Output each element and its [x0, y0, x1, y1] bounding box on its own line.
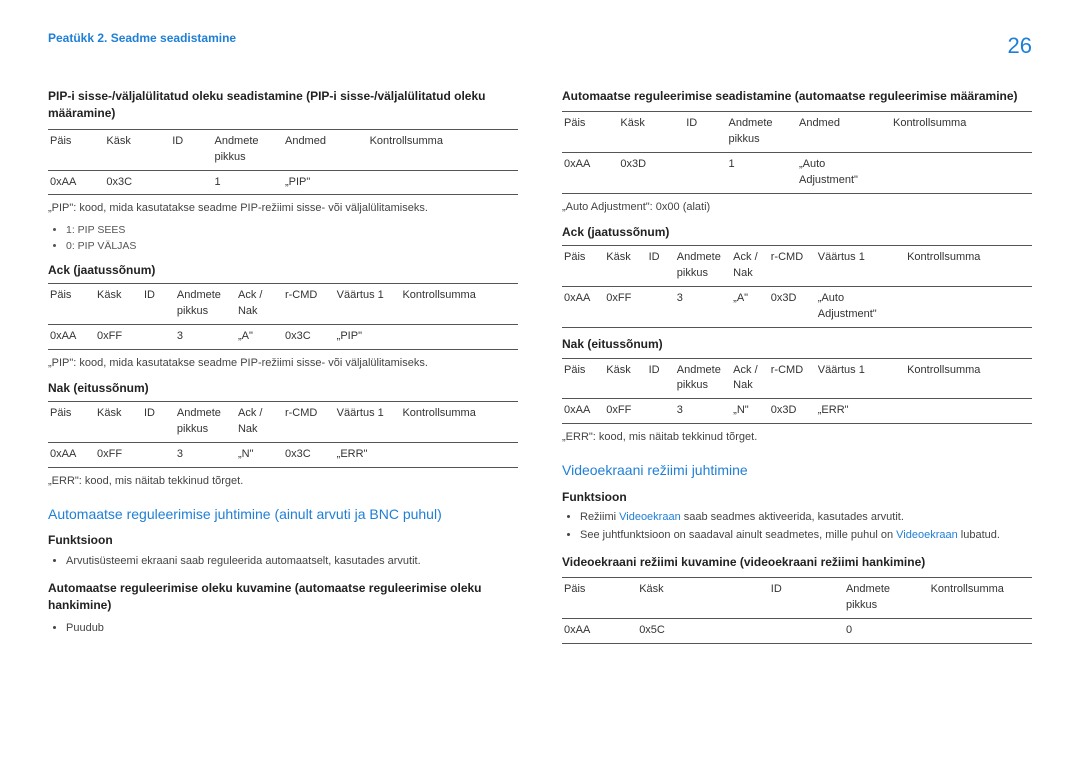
pip-nak-table: Päis Käsk ID Andmete pikkus Ack / Nak r-… — [48, 401, 518, 468]
table-row: 0xAA 0xFF 3 „N" 0x3D „ERR" — [562, 399, 1032, 424]
table-row: 0xAA 0xFF 3 „A" 0x3D „Auto Adjustment" — [562, 287, 1032, 328]
pip-ack-table: Päis Käsk ID Andmete pikkus Ack / Nak r-… — [48, 283, 518, 350]
func-title: Funktsioon — [48, 532, 518, 549]
page-number: 26 — [1008, 30, 1032, 62]
auto-nak-table: Päis Käsk ID Andmete pikkus Ack / Nak r-… — [562, 358, 1032, 425]
func-list: Arvutisüsteemi ekraani saab reguleerida … — [48, 554, 518, 570]
video-display-table: Päis Käsk ID Andmete pikkus Kontrollsumm… — [562, 577, 1032, 644]
pip-set-table: Päis Käsk ID Andmete pikkus Andmed Kontr… — [48, 129, 518, 196]
page-header: Peatükk 2. Seadme seadistamine 26 — [48, 30, 1032, 62]
right-column: Automaatse reguleerimise seadistamine (a… — [562, 88, 1032, 650]
auto-set-table: Päis Käsk ID Andmete pikkus Andmed Kontr… — [562, 111, 1032, 194]
video-func-list: Režiimi Videoekraan saab seadmes aktivee… — [562, 510, 1032, 544]
content-columns: PIP-i sisse-/väljalülitatud oleku seadis… — [48, 88, 1032, 650]
auto-ack-table: Päis Käsk ID Andmete pikkus Ack / Nak r-… — [562, 245, 1032, 328]
list-item: Režiimi Videoekraan saab seadmes aktivee… — [580, 510, 1032, 526]
ack-title-right: Ack (jaatussõnum) — [562, 224, 1032, 241]
err-note-right: „ERR": kood, mis näitab tekkinud tõrget. — [562, 430, 1032, 446]
video-display-title: Videoekraani režiimi kuvamine (videoekra… — [562, 554, 1032, 571]
nak-title: Nak (eitussõnum) — [48, 380, 518, 397]
video-mode-heading: Videoekraani režiimi juhtimine — [562, 460, 1032, 480]
breadcrumb: Peatükk 2. Seadme seadistamine — [48, 30, 236, 47]
table-row: 0xAA 0x3C 1 „PIP" — [48, 170, 518, 195]
nak-title-right: Nak (eitussõnum) — [562, 336, 1032, 353]
auto-adjust-heading: Automaatse reguleerimise juhtimine (ainu… — [48, 504, 518, 524]
auto-status-list: Puudub — [48, 621, 518, 637]
table-row: 0xAA 0x5C 0 — [562, 619, 1032, 644]
auto-set-title: Automaatse reguleerimise seadistamine (a… — [562, 88, 1032, 105]
ack-note: „PIP": kood, mida kasutatakse seadme PIP… — [48, 356, 518, 372]
table-row: 0xAA 0xFF 3 „A" 0x3C „PIP" — [48, 325, 518, 350]
table-row: 0xAA 0x3D 1 „Auto Adjustment" — [562, 153, 1032, 194]
list-item: See juhtfunktsioon on saadaval ainult se… — [580, 528, 1032, 544]
auto-status-title: Automaatse reguleerimise oleku kuvamine … — [48, 580, 518, 615]
auto-note: „Auto Adjustment": 0x00 (alati) — [562, 200, 1032, 216]
left-column: PIP-i sisse-/väljalülitatud oleku seadis… — [48, 88, 518, 650]
pip-set-title: PIP-i sisse-/väljalülitatud oleku seadis… — [48, 88, 518, 123]
err-note: „ERR": kood, mis näitab tekkinud tõrget. — [48, 474, 518, 490]
table-row: 0xAA 0xFF 3 „N" 0x3C „ERR" — [48, 443, 518, 468]
videoekraan-link[interactable]: Videoekraan — [896, 529, 958, 541]
videoekraan-link[interactable]: Videoekraan — [619, 511, 681, 523]
pip-note: „PIP": kood, mida kasutatakse seadme PIP… — [48, 201, 518, 217]
func-title-right: Funktsioon — [562, 489, 1032, 506]
ack-title: Ack (jaatussõnum) — [48, 262, 518, 279]
pip-value-list: 1: PIP SEES 0: PIP VÄLJAS — [48, 223, 518, 253]
